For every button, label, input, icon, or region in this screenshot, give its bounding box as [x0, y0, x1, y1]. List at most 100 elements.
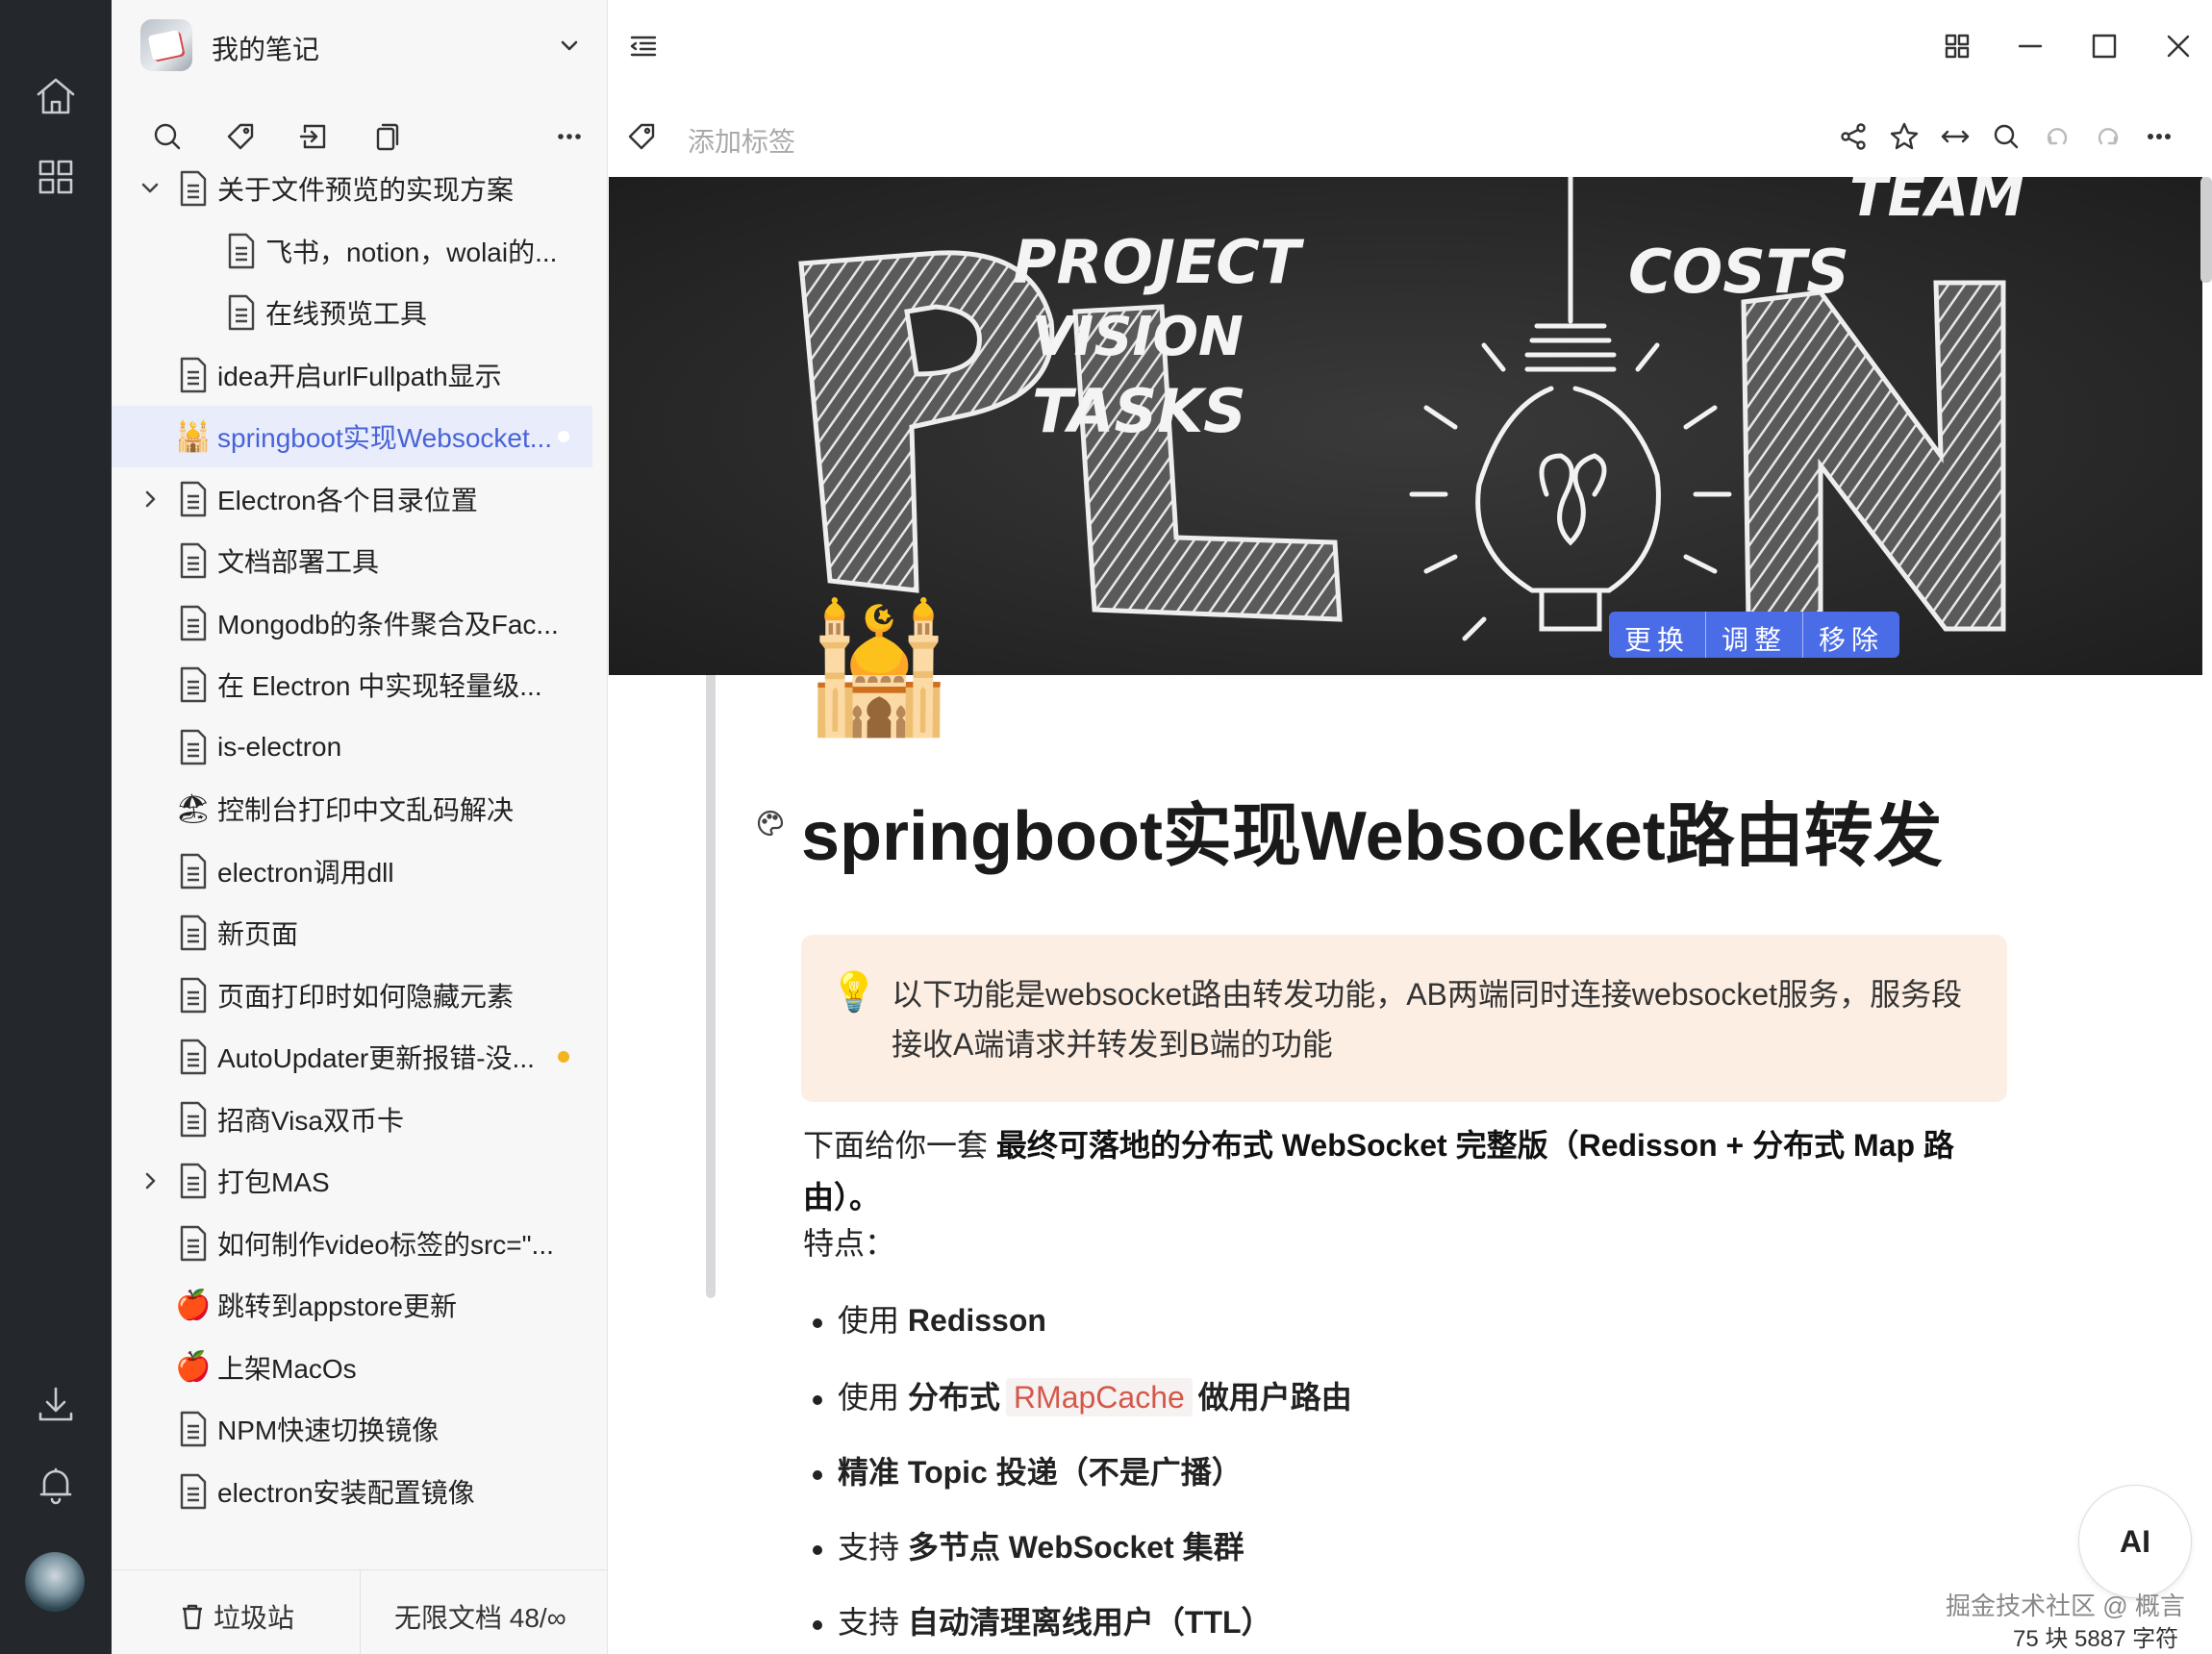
tree-item[interactable]: 🏖 控制台打印中文乱码解决: [112, 778, 592, 840]
chalk-word: COSTS: [1628, 237, 1849, 307]
user-avatar[interactable]: [25, 1552, 85, 1612]
add-tag-input[interactable]: 添加标签: [688, 121, 795, 160]
trash-icon: [183, 1604, 202, 1630]
tree-item[interactable]: electron安装配置镜像: [112, 1461, 592, 1522]
list-item[interactable]: 使用 Redisson: [813, 1296, 1046, 1341]
document-icon: [177, 169, 210, 208]
tag-icon[interactable]: [221, 117, 260, 156]
chalk-word: PROJECT: [1013, 227, 1305, 297]
tree-item[interactable]: 招商Visa双币卡: [112, 1089, 592, 1150]
tree-item[interactable]: Mongodb的条件聚合及Fac...: [112, 592, 592, 654]
editor: 添加标签 PROJECT VISION TASKS COSTS TEAM 更换 …: [609, 0, 2212, 1654]
sidebar-footer: 垃圾站 无限文档 48/∞: [112, 1569, 608, 1654]
tree-item[interactable]: electron调用dll: [112, 840, 592, 902]
page-title[interactable]: springboot实现Websocket路由转发: [801, 779, 1943, 880]
tree-item-label: 打包MAS: [217, 1167, 330, 1197]
tree-item[interactable]: Electron各个目录位置: [112, 468, 592, 530]
search-icon[interactable]: [1985, 115, 2027, 158]
list-item-bold: Redisson: [907, 1303, 1046, 1338]
document-icon: [177, 356, 210, 394]
list-item[interactable]: 支持 自动清理离线用户（TTL）: [813, 1598, 1272, 1642]
share-icon[interactable]: [1832, 115, 1874, 158]
list-item-bold: 自动清理离线用户（TTL）: [907, 1605, 1272, 1640]
intro-text: 下面给你一套: [803, 1128, 996, 1163]
tree-item[interactable]: 关于文件预览的实现方案: [112, 158, 592, 219]
remove-cover-button[interactable]: 移除: [1803, 612, 1899, 658]
tree-item[interactable]: 在线预览工具: [112, 282, 592, 343]
tree-item[interactable]: NPM快速切换镜像: [112, 1398, 592, 1460]
tree-item[interactable]: 🍎 跳转到appstore更新: [112, 1274, 592, 1336]
tag-icon[interactable]: [620, 115, 663, 158]
features-label[interactable]: 特点：: [803, 1217, 2005, 1269]
toggle-sidebar-icon[interactable]: [622, 25, 665, 67]
chevron-down-icon[interactable]: [137, 175, 163, 202]
more-icon[interactable]: [2138, 115, 2180, 158]
home-icon[interactable]: [25, 65, 87, 127]
document-stats: 75 块 5887 字符: [2013, 1626, 2179, 1652]
document-icon: [225, 293, 258, 332]
list-item-text: 支持: [838, 1605, 908, 1640]
tree-item[interactable]: 打包MAS: [112, 1150, 592, 1212]
page-emoji-icon[interactable]: 🕌: [801, 606, 957, 731]
tree-item[interactable]: 🕌 springboot实现Websocket...: [112, 406, 592, 467]
notebook-header[interactable]: 我的笔记: [112, 0, 608, 96]
palette-icon[interactable]: [755, 808, 786, 839]
document-icon: [177, 852, 210, 890]
document-icon: [177, 665, 210, 704]
copy-icon[interactable]: [367, 117, 406, 156]
chevron-right-icon[interactable]: [137, 486, 163, 513]
list-item[interactable]: 精准 Topic 投递（不是广播）: [813, 1448, 1243, 1492]
change-cover-button[interactable]: 更换: [1609, 612, 1707, 658]
watermark: 掘金技术社区 @ 概言: [1946, 1591, 2185, 1620]
download-icon[interactable]: [25, 1373, 87, 1435]
list-item[interactable]: 使用 分布式 RMapCache 做用户路由: [813, 1373, 1352, 1417]
tree-item-label: 上架MacOs: [217, 1353, 357, 1384]
list-item-text: 支持: [838, 1530, 908, 1565]
search-icon[interactable]: [148, 117, 187, 156]
editor-scrollbar[interactable]: [2200, 177, 2212, 283]
tree-item[interactable]: 页面打印时如何隐藏元素: [112, 965, 592, 1026]
tree-item[interactable]: 🍎 上架MacOs: [112, 1337, 592, 1398]
full-width-icon[interactable]: [1934, 115, 1976, 158]
title-bar: [609, 0, 2212, 92]
chevron-down-icon[interactable]: [556, 33, 583, 64]
layout-icon[interactable]: [1936, 25, 1978, 67]
chevron-right-icon[interactable]: [137, 1167, 163, 1194]
list-item[interactable]: 支持 多节点 WebSocket 集群: [813, 1523, 1244, 1567]
document-icon: [177, 1410, 210, 1448]
apps-grid-icon[interactable]: [25, 146, 87, 208]
chalk-word: VISION: [1032, 306, 1244, 368]
star-icon[interactable]: [1883, 115, 1925, 158]
adjust-cover-button[interactable]: 调整: [1706, 612, 1804, 658]
tree-item-label: 关于文件预览的实现方案: [217, 175, 515, 205]
cover-actions: 更换 调整 移除: [1609, 612, 1900, 658]
sidebar-toolbar: [112, 108, 608, 165]
maximize-icon[interactable]: [2083, 25, 2125, 67]
close-icon[interactable]: [2157, 25, 2199, 67]
redo-icon[interactable]: [2087, 115, 2129, 158]
tree-item[interactable]: idea开启urlFullpath显示: [112, 344, 592, 406]
bell-icon[interactable]: [25, 1454, 87, 1516]
import-icon[interactable]: [294, 117, 333, 156]
intro-paragraph[interactable]: 下面给你一套 最终可落地的分布式 WebSocket 完整版（Redisson …: [803, 1119, 2005, 1223]
tree-item[interactable]: 新页面: [112, 902, 592, 964]
tree-item[interactable]: 飞书，notion，wolai的...: [112, 220, 592, 282]
undo-icon[interactable]: [2036, 115, 2078, 158]
ai-assistant-button[interactable]: AI: [2078, 1485, 2192, 1598]
tree-item[interactable]: AutoUpdater更新报错-没...: [112, 1026, 592, 1088]
list-item-bold: 分布式: [907, 1380, 1000, 1415]
tree-item[interactable]: is-electron: [112, 716, 592, 778]
document-icon: [177, 728, 210, 766]
tree-item[interactable]: 如何制作video标签的src="...: [112, 1213, 592, 1274]
tree-item[interactable]: 在 Electron 中实现轻量级...: [112, 654, 592, 715]
mosque-icon: 🕌: [175, 420, 212, 453]
minimize-icon[interactable]: [2009, 25, 2051, 67]
notebook-title: 我的笔记: [212, 35, 320, 64]
more-icon[interactable]: [550, 117, 589, 156]
tree-item-label: 控制台打印中文乱码解决: [217, 795, 515, 825]
tree-item-label: Mongodb的条件聚合及Fac...: [217, 609, 559, 639]
tree-item-label: electron调用dll: [217, 857, 394, 888]
tree-item[interactable]: 文档部署工具: [112, 530, 592, 591]
callout-block[interactable]: 💡 以下功能是websocket路由转发功能，AB两端同时连接websocket…: [801, 935, 2007, 1102]
trash-button[interactable]: 垃圾站: [179, 1597, 294, 1636]
